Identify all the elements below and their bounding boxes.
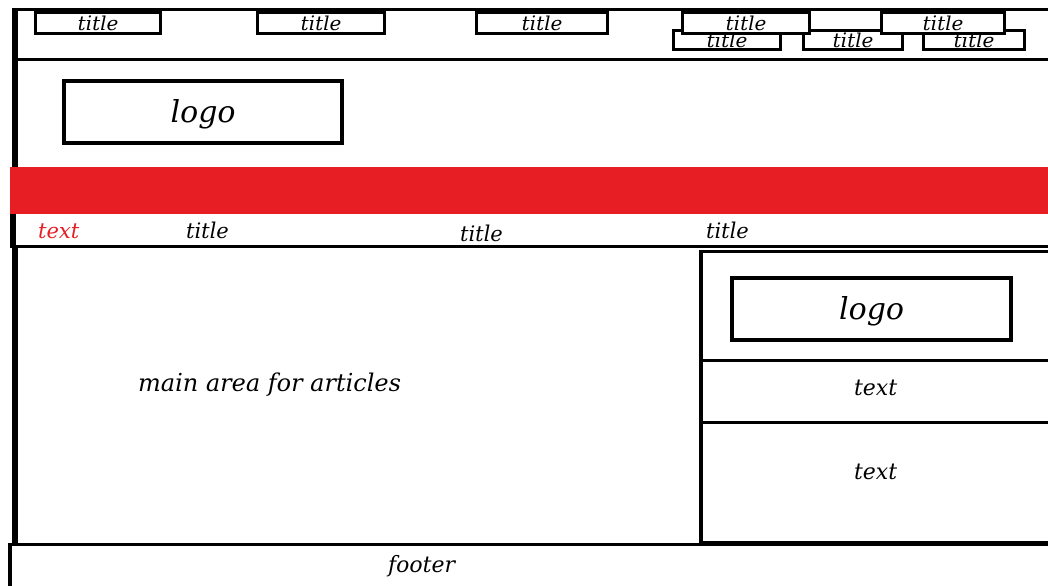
sidebar-divider	[703, 359, 1048, 362]
nav-item[interactable]: title	[475, 11, 609, 35]
sidebar-text: text	[853, 376, 898, 401]
main-area-label: main area for articles	[138, 369, 401, 397]
subnav-item[interactable]: title	[706, 219, 749, 243]
main-nav-bar	[10, 167, 1048, 214]
nav-item[interactable]: title	[34, 11, 162, 35]
main-content-area: main area for articles	[12, 248, 700, 543]
sidebar-logo[interactable]: logo	[730, 276, 1013, 342]
footer-label: footer	[388, 553, 456, 578]
subnav-item-active[interactable]: text	[38, 219, 79, 243]
site-logo[interactable]: logo	[62, 79, 344, 145]
nav-item[interactable]: title	[880, 11, 1006, 35]
wireframe-page: title title title logo title title title…	[0, 0, 1048, 586]
nav-item[interactable]: title	[681, 11, 811, 35]
nav-item[interactable]: title	[256, 11, 386, 35]
subnav-item[interactable]: title	[460, 222, 503, 246]
sidebar-divider	[703, 421, 1048, 424]
subnav-item[interactable]: title	[186, 219, 229, 243]
secondary-nav	[10, 214, 1048, 248]
sidebar-text: text	[853, 460, 898, 485]
site-footer	[8, 543, 1048, 586]
